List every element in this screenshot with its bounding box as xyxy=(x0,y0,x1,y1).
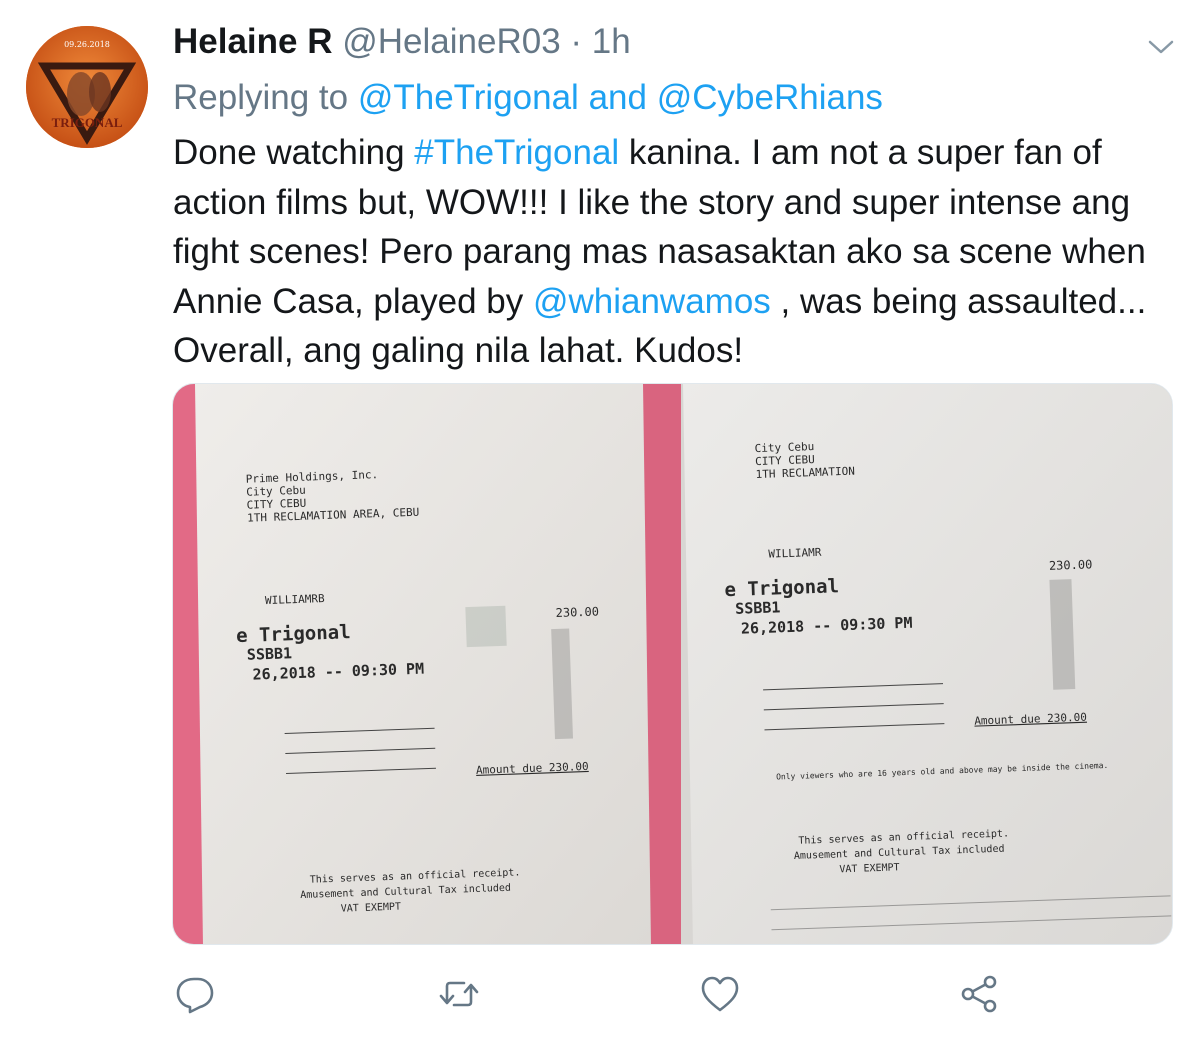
avatar-logo-text: TRIGONAL xyxy=(52,115,123,130)
receipt-line: VAT EXEMPT xyxy=(839,862,900,875)
hashtag-link[interactable]: #TheTrigonal xyxy=(414,133,619,172)
reply-target-link[interactable]: @CybeRhians xyxy=(657,78,883,117)
replying-prefix: Replying to xyxy=(173,78,349,117)
chevron-down-icon[interactable] xyxy=(1147,38,1175,56)
header-separator: · xyxy=(570,22,583,61)
retweet-icon[interactable] xyxy=(437,972,481,1016)
receipt-line: e Trigonal xyxy=(724,575,839,601)
author-handle[interactable]: @HelaineR03 xyxy=(342,22,560,61)
avatar[interactable]: 09.26.2018 TRIGONAL xyxy=(26,26,148,148)
receipt-line: VAT EXEMPT xyxy=(341,902,402,915)
receipt-price: 230.00 xyxy=(555,604,599,620)
share-icon[interactable] xyxy=(957,972,1001,1016)
receipts-photo: Prime Holdings, Inc. City Cebu CITY CEBU… xyxy=(173,384,1172,944)
replying-to-line: Replying to @TheTrigonal and @CybeRhians xyxy=(173,78,883,118)
author-name[interactable]: Helaine R xyxy=(173,22,333,61)
tweet-actions xyxy=(0,968,1200,1018)
reply-icon[interactable] xyxy=(174,972,218,1016)
reply-target-link[interactable]: @TheTrigonal xyxy=(358,78,579,117)
avatar-date: 09.26.2018 xyxy=(64,40,110,49)
receipt-line: SSBB1 xyxy=(735,598,781,618)
like-icon[interactable] xyxy=(698,972,742,1016)
tweet-photo[interactable]: Prime Holdings, Inc. City Cebu CITY CEBU… xyxy=(172,383,1173,945)
receipt-line: WILLIAMR xyxy=(768,546,822,561)
tweet-timestamp[interactable]: 1h xyxy=(592,22,631,61)
receipt-line: WILLIAMRB xyxy=(265,592,325,607)
receipt-line: SSBB1 xyxy=(247,644,293,664)
tweet-header: Helaine R @HelaineR03 · 1h xyxy=(173,22,631,62)
tweet-text: Done watching #TheTrigonal kanina. I am … xyxy=(173,128,1183,376)
receipt-price: 230.00 xyxy=(1049,557,1093,573)
avatar-image: 09.26.2018 TRIGONAL xyxy=(26,26,148,148)
tweet-text-part: Done watching xyxy=(173,133,415,172)
mention-link[interactable]: @whianwamos xyxy=(533,282,771,321)
receipt-line: e Trigonal xyxy=(236,621,351,647)
reply-joiner[interactable]: and xyxy=(589,78,647,117)
